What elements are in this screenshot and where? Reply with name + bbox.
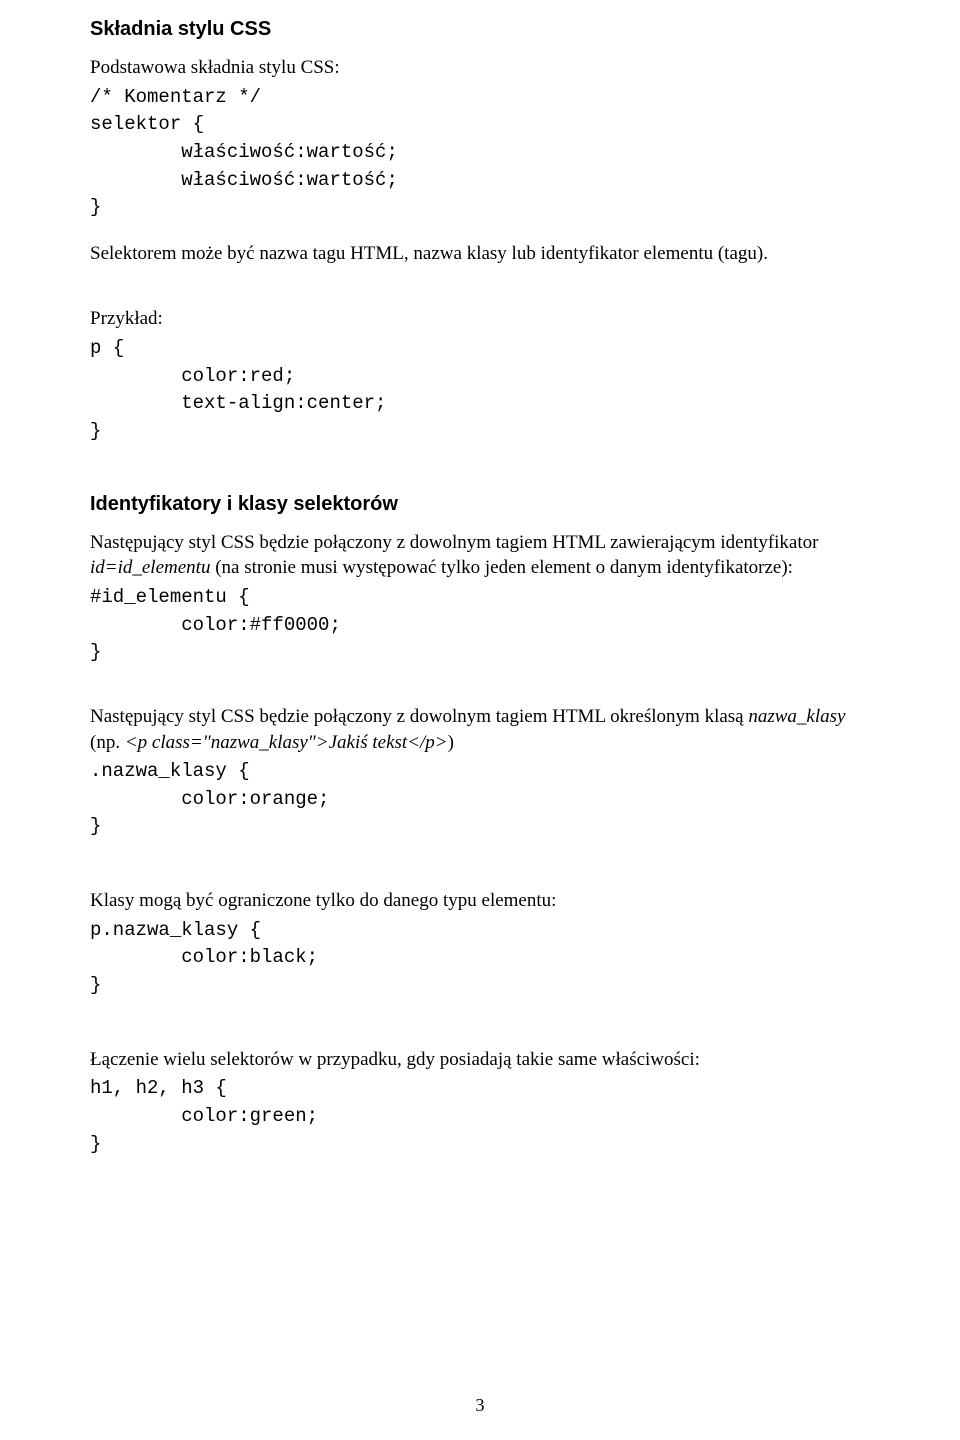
code-line: } xyxy=(90,419,870,445)
italic-class-name: nazwa_klasy xyxy=(748,706,845,727)
paragraph-intro: Podstawowa składnia stylu CSS: xyxy=(90,55,870,81)
code-line: text-align:center; xyxy=(90,391,870,417)
code-line: } xyxy=(90,195,870,221)
code-line: } xyxy=(90,973,870,999)
heading-syntax: Składnia stylu CSS xyxy=(90,18,870,41)
code-line: } xyxy=(90,640,870,666)
paragraph-combine: Łączenie wielu selektorów w przypadku, g… xyxy=(90,1047,870,1073)
code-line: color:#ff0000; xyxy=(90,613,870,639)
code-line: color:red; xyxy=(90,364,870,390)
code-line: } xyxy=(90,814,870,840)
text-fragment: Następujący styl CSS będzie połączony z … xyxy=(90,706,748,727)
code-line: .nazwa_klasy { xyxy=(90,759,870,785)
page-number: 3 xyxy=(0,1395,960,1416)
paragraph-class-desc: Następujący styl CSS będzie połączony z … xyxy=(90,704,870,755)
paragraph-class-limit: Klasy mogą być ograniczone tylko do dane… xyxy=(90,888,870,914)
code-line: } xyxy=(90,1132,870,1158)
italic-class-example: <p class="nazwa_klasy">Jakiś tekst</p> xyxy=(125,732,448,753)
code-line: h1, h2, h3 { xyxy=(90,1076,870,1102)
text-fragment: (na stronie musi występować tylko jeden … xyxy=(210,557,793,578)
text-fragment: ) xyxy=(448,732,454,753)
code-line: #id_elementu { xyxy=(90,585,870,611)
text-fragment: (np. xyxy=(90,732,125,753)
heading-identifiers: Identyfikatory i klasy selektorów xyxy=(90,493,870,516)
code-line: color:green; xyxy=(90,1104,870,1130)
example-label: Przykład: xyxy=(90,306,870,332)
code-line: właściwość:wartość; xyxy=(90,168,870,194)
italic-id-example: id=id_elementu xyxy=(90,557,210,578)
paragraph-selector-desc: Selektorem może być nazwa tagu HTML, naz… xyxy=(90,241,870,267)
code-line: p { xyxy=(90,336,870,362)
code-line: p.nazwa_klasy { xyxy=(90,918,870,944)
code-line: właściwość:wartość; xyxy=(90,140,870,166)
text-fragment: Następujący styl CSS będzie połączony z … xyxy=(90,532,818,553)
paragraph-id-desc: Następujący styl CSS będzie połączony z … xyxy=(90,530,870,581)
code-line: color:black; xyxy=(90,945,870,971)
code-line: color:orange; xyxy=(90,787,870,813)
document-page: Składnia stylu CSS Podstawowa składnia s… xyxy=(0,0,960,1440)
code-line: /* Komentarz */ xyxy=(90,85,870,111)
code-line: selektor { xyxy=(90,112,870,138)
